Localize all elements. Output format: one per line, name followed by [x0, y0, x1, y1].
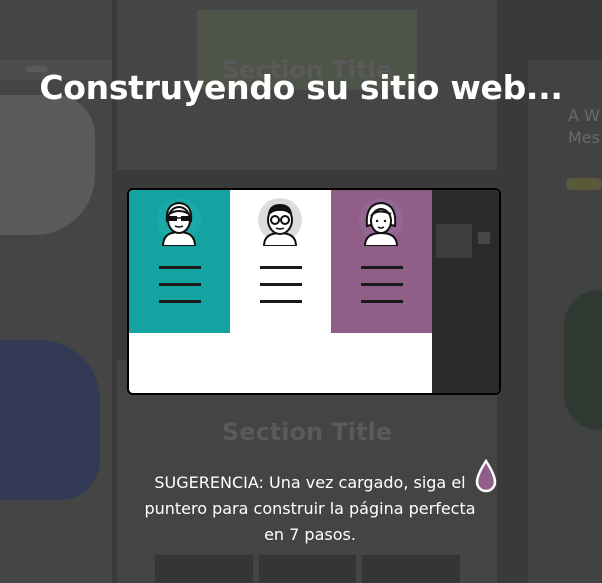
preview-panel-purple	[331, 190, 432, 333]
menu-lines-icon	[361, 266, 403, 317]
avatar-man-icon	[258, 198, 302, 246]
bg-section-title: Section Title	[222, 418, 392, 446]
bg-right-text: A W Mes	[568, 106, 600, 147]
bg-image-block	[0, 95, 95, 235]
tip-text: SUGERENCIA: Una vez cargado, siga el pun…	[100, 470, 520, 548]
bg-right-column: A W Mes	[528, 60, 602, 583]
tip-line-1: SUGERENCIA: Una vez cargado, siga el	[154, 473, 466, 492]
bg-thumbnail	[155, 555, 253, 583]
bg-thumbnail-strip	[155, 555, 461, 583]
bg-image-block	[0, 340, 100, 500]
bg-image-block	[564, 290, 602, 430]
menu-lines-icon	[260, 266, 302, 317]
drop-pointer-icon	[475, 459, 497, 493]
menu-lines-icon	[159, 266, 201, 317]
avatar-glasses-icon	[157, 198, 201, 246]
avatar-woman-icon	[359, 198, 403, 246]
bg-button	[566, 178, 602, 190]
tip-line-2: puntero para construir la página perfect…	[144, 499, 476, 518]
preview-panel-white	[230, 190, 331, 333]
preview-dark-strip	[432, 190, 499, 393]
layout-preview-card	[127, 188, 501, 395]
bg-thumbnail	[258, 555, 357, 583]
loading-title: Construyendo su sitio web...	[39, 68, 563, 107]
preview-placeholder-block	[436, 224, 472, 258]
preview-panel-teal	[129, 190, 230, 333]
bg-thumbnail	[362, 555, 461, 583]
preview-placeholder-square	[478, 232, 490, 244]
tip-line-3: en 7 pasos.	[264, 525, 356, 544]
